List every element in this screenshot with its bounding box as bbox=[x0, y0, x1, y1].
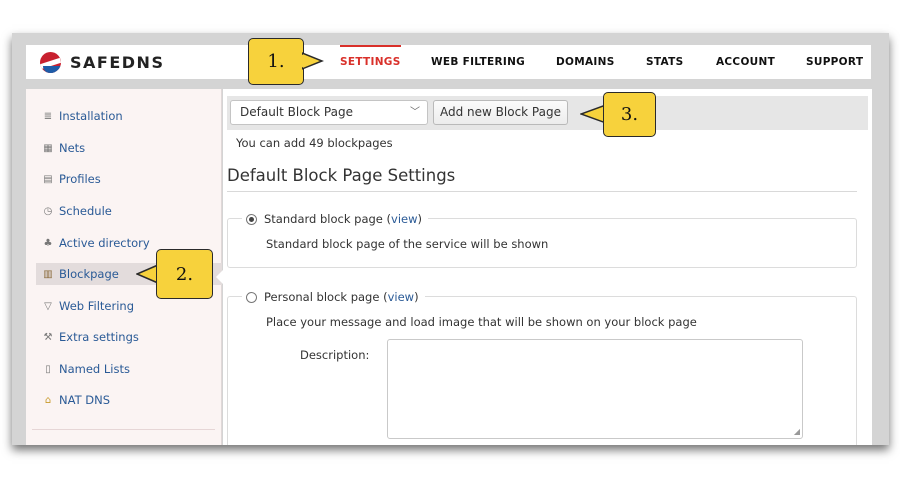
nav-stats[interactable]: STATS bbox=[646, 45, 683, 79]
sidebar-item-label: Named Lists bbox=[59, 362, 130, 376]
standard-view-link[interactable]: view bbox=[391, 212, 417, 226]
personal-view-link[interactable]: view bbox=[388, 290, 414, 304]
nav-domains[interactable]: DOMAINS bbox=[556, 45, 615, 79]
sidebar-item-extra-settings[interactable]: ⚒ Extra settings bbox=[42, 328, 139, 346]
blockpage-count-text: You can add 49 blockpages bbox=[236, 136, 393, 150]
add-new-block-page-button[interactable]: Add new Block Page bbox=[433, 100, 568, 125]
profiles-icon: ▤ bbox=[43, 173, 53, 185]
sidebar-item-label: Profiles bbox=[59, 172, 101, 186]
sidebar-item-label: Nets bbox=[59, 141, 86, 155]
sidebar-item-active-directory[interactable]: ♣ Active directory bbox=[42, 234, 150, 252]
personal-block-page-label: Personal block page bbox=[264, 290, 380, 304]
safedns-logo[interactable]: SAFEDNS bbox=[40, 51, 164, 73]
section-title: Default Block Page Settings bbox=[227, 166, 456, 185]
sidebar-item-label: Installation bbox=[59, 109, 123, 123]
filter-icon: ▽ bbox=[44, 300, 52, 312]
callout-2-pointer bbox=[136, 264, 158, 284]
document-icon: ▯ bbox=[45, 363, 51, 375]
description-label: Description: bbox=[300, 348, 370, 362]
sidebar-item-named-lists[interactable]: ▯ Named Lists bbox=[42, 360, 130, 378]
sidebar-item-label: Extra settings bbox=[59, 330, 139, 344]
nav-web-filtering[interactable]: WEB FILTERING bbox=[431, 45, 525, 79]
personal-block-page-fieldset: Personal block page (view) Place your me… bbox=[227, 289, 857, 445]
sidebar-item-web-filtering[interactable]: ▽ Web Filtering bbox=[42, 297, 134, 315]
callout-1-pointer bbox=[302, 52, 324, 70]
sidebar-item-label: Blockpage bbox=[59, 267, 119, 281]
blockpage-toolbar: Default Block Page ﹀ Add new Block Page bbox=[227, 96, 868, 130]
sidebar-item-label: NAT DNS bbox=[59, 393, 111, 407]
callout-3: 3. bbox=[603, 92, 656, 137]
nav-support[interactable]: SUPPORT bbox=[806, 45, 863, 79]
directory-icon: ♣ bbox=[43, 237, 53, 249]
list-icon: ≣ bbox=[43, 110, 53, 122]
personal-block-page-radio[interactable] bbox=[246, 291, 257, 303]
sidebar-item-label: Active directory bbox=[59, 236, 150, 250]
active-item-pointer bbox=[216, 270, 223, 284]
sidebar-item-nat-dns[interactable]: ⌂ NAT DNS bbox=[42, 391, 110, 409]
sidebar-divider bbox=[32, 429, 215, 430]
sidebar-item-label: Schedule bbox=[59, 204, 112, 218]
standard-block-page-description: Standard block page of the service will … bbox=[266, 237, 549, 251]
blockpage-select-value: Default Block Page bbox=[240, 105, 353, 119]
nav-account[interactable]: ACCOUNT bbox=[716, 45, 775, 79]
standard-block-page-option[interactable]: Standard block page (view) bbox=[242, 211, 429, 227]
sidebar-item-schedule[interactable]: ◷ Schedule bbox=[42, 202, 112, 220]
standard-block-page-fieldset: Standard block page (view) Standard bloc… bbox=[227, 211, 857, 268]
top-header: SAFEDNS SETTINGS WEB FILTERING DOMAINS S… bbox=[26, 45, 871, 79]
clock-icon: ◷ bbox=[43, 205, 53, 217]
resize-grip-icon[interactable]: ◢ bbox=[794, 427, 800, 436]
logo-text: SAFEDNS bbox=[70, 52, 165, 72]
nav-settings[interactable]: SETTINGS bbox=[340, 45, 401, 79]
app-window: SAFEDNS SETTINGS WEB FILTERING DOMAINS S… bbox=[12, 33, 889, 445]
standard-block-page-label: Standard block page bbox=[264, 212, 383, 226]
sidebar-item-installation[interactable]: ≣ Installation bbox=[42, 107, 123, 125]
sidebar-item-profiles[interactable]: ▤ Profiles bbox=[42, 170, 101, 188]
personal-block-page-description: Place your message and load image that w… bbox=[266, 315, 697, 329]
network-icon: ▦ bbox=[43, 142, 53, 154]
sidebar-item-label: Web Filtering bbox=[59, 299, 134, 313]
view-paren-close: ) bbox=[414, 290, 419, 304]
callout-1: 1. bbox=[248, 38, 304, 85]
standard-block-page-radio[interactable] bbox=[246, 213, 257, 225]
chevron-down-icon: ﹀ bbox=[410, 107, 420, 118]
house-icon: ⌂ bbox=[44, 394, 52, 406]
blockpage-select[interactable]: Default Block Page ﹀ bbox=[230, 100, 428, 125]
brick-icon: ▥ bbox=[43, 268, 53, 280]
personal-block-page-option[interactable]: Personal block page (view) bbox=[242, 289, 425, 305]
view-paren-close: ) bbox=[417, 212, 423, 226]
callout-2: 2. bbox=[156, 249, 213, 299]
section-divider bbox=[227, 191, 857, 192]
sidebar-item-nets[interactable]: ▦ Nets bbox=[42, 139, 85, 157]
wrench-icon: ⚒ bbox=[43, 331, 53, 343]
description-textarea[interactable]: ◢ bbox=[387, 339, 803, 439]
main-content: Default Block Page ﹀ Add new Block Page … bbox=[223, 89, 872, 445]
safedns-logo-icon bbox=[40, 51, 61, 73]
